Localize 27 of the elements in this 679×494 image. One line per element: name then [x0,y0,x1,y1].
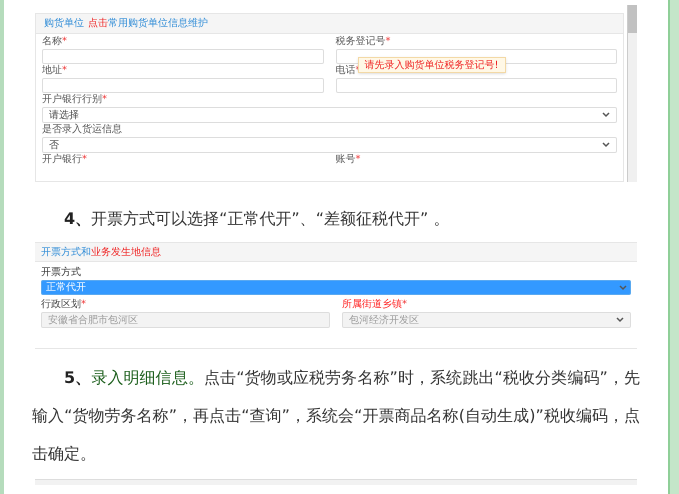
field-label: 开户银行* [42,154,87,166]
field-label: 所属街道乡镇* [342,299,407,311]
validation-tooltip: 请先录入购货单位税务登记号! [358,57,506,73]
scroll-thumb[interactable] [628,5,637,33]
field-label: 开户银行行别* [42,94,108,106]
select-field[interactable]: 正常代开 [41,280,631,295]
field-label: 行政区划* [41,299,86,311]
field-label: 税务登记号* [336,36,390,48]
field-label: 地址* [42,65,67,77]
chevron-down-icon [619,284,627,290]
select-field[interactable]: 否 [42,137,617,153]
field-label: 账号* [336,154,360,166]
panel-title: 购货单位 [44,16,84,31]
field-label: 开票方式 [41,267,82,279]
chevron-down-icon [616,317,624,323]
field-label: 是否录入货运信息 [42,124,123,136]
text-field[interactable] [42,78,324,93]
maintain-link[interactable]: 点击常用购货单位信息维护 [88,16,208,31]
paragraph: 4、开票方式可以选择“正常代开”、“差额征税代开” 。 [63,208,450,230]
panel-title: 开票方式和业务发生地信息 [41,246,161,260]
chevron-down-icon [602,112,610,118]
field-label: 名称* [42,36,67,48]
text-field[interactable] [336,78,617,93]
select-field[interactable]: 请选择 [42,107,617,123]
paragraph: 5、录入明细信息。点击“货物或应税劳务名称”时，系统跳出“税收分类编码”，先输入“货物劳务名称”，再点击“查询”，系统会“开票商品名称(自动生成)”税收编码，点击确定。 [31,367,642,465]
text-field[interactable] [42,49,324,64]
chevron-down-icon [602,142,610,148]
